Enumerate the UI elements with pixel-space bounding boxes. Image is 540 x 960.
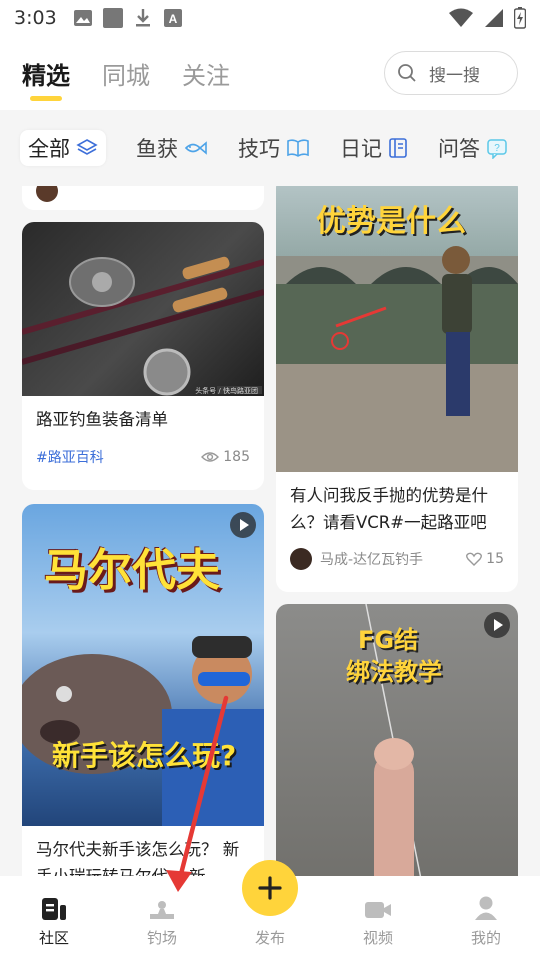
card-title: 马尔代夫新手该怎么玩？ 新手小瑞玩转马尔代... 新 [36, 840, 240, 876]
category-qa[interactable]: 问答 ? [438, 130, 508, 166]
wifi-icon [449, 8, 473, 27]
category-bar: 全部 鱼获 技巧 日记 问答 ? [0, 110, 540, 186]
status-bar: 3:03 A [0, 0, 540, 36]
view-count: 185 [223, 449, 250, 465]
overlay-title: 马尔代夫 [44, 545, 220, 596]
card-title: 路亚钓鱼装备清单 [36, 410, 168, 429]
overlay-text: 优势是什么 [316, 204, 466, 239]
nav-label: 我的 [470, 929, 501, 947]
book-open-icon [287, 139, 309, 157]
chat-question-icon: ? [487, 139, 507, 159]
category-label: 鱼获 [136, 137, 178, 161]
feed-card-gear[interactable]: 头条号 / 快鸟路亚团 路亚钓鱼装备清单 #路亚百科 185 [22, 222, 264, 490]
svg-text:?: ? [494, 143, 500, 154]
author-name[interactable]: 马成-达亿瓦钓手 [320, 549, 423, 569]
card-image: FG结 绑法教学 [276, 604, 518, 876]
status-time: 3:03 [14, 7, 57, 29]
nav-label: 发布 [254, 929, 285, 947]
tab-nearby[interactable]: 同城 [102, 56, 150, 91]
topic-tag[interactable]: #路亚百科 [36, 447, 104, 467]
card-image: 马尔代夫 新手该怎么玩? [22, 504, 264, 826]
card-image: 优势是什么 [276, 186, 518, 472]
community-icon [42, 898, 66, 920]
fishing-spot-icon [150, 901, 174, 919]
search-icon [398, 64, 416, 82]
category-label: 问答 [438, 137, 480, 161]
nav-profile[interactable]: 我的 [432, 876, 540, 960]
overlay-subtitle: 新手该怎么玩? [52, 739, 237, 772]
overlay-title-2: 绑法教学 [346, 658, 442, 686]
category-all[interactable]: 全部 [20, 130, 106, 166]
category-label: 全部 [28, 137, 70, 161]
category-label: 日记 [340, 137, 382, 161]
feed-card-partial[interactable] [22, 186, 264, 210]
bottom-nav: 社区 钓场 发布 视频 我的 [0, 860, 540, 960]
search-placeholder: 搜一搜 [429, 65, 480, 86]
nav-label: 社区 [38, 929, 69, 947]
card-meta: #路亚百科 185 [22, 447, 264, 467]
tab-following[interactable]: 关注 [182, 56, 230, 91]
plus-icon [258, 876, 282, 900]
profile-icon [475, 896, 497, 920]
top-header: 精选 同城 关注 搜一搜 [0, 36, 540, 110]
fishing-gear-illustration: 头条号 / 快鸟路亚团 [22, 256, 264, 396]
signal-icon [485, 9, 503, 27]
feed-card-backhand[interactable]: 优势是什么 有人问我反手抛的优势是什么？请看VCR#一起路亚吧 ... 马成-达… [276, 186, 518, 592]
card-image: 头条号 / 快鸟路亚团 [22, 222, 264, 396]
play-icon[interactable] [484, 612, 510, 638]
layers-icon [76, 139, 98, 155]
feed-card-maldives[interactable]: 马尔代夫 新手该怎么玩? 马尔代夫新手该怎么玩？ 新手小瑞玩转马尔代... 新 [22, 504, 264, 876]
nav-community[interactable]: 社区 [0, 876, 108, 960]
like-count: 15 [486, 551, 504, 567]
play-icon[interactable] [230, 512, 256, 538]
category-label: 技巧 [238, 137, 280, 161]
app-notification-icon [102, 8, 123, 28]
fish-icon [184, 141, 207, 155]
category-skills[interactable]: 技巧 [238, 130, 310, 166]
download-icon [135, 9, 150, 27]
feed-card-fg-knot[interactable]: FG结 绑法教学 [276, 604, 518, 876]
nav-label: 钓场 [146, 929, 177, 947]
publish-button[interactable] [242, 860, 298, 916]
gallery-notification-icon [73, 10, 92, 26]
nav-video[interactable]: 视频 [324, 876, 432, 960]
nav-publish[interactable]: 发布 [216, 860, 324, 960]
category-diary[interactable]: 日记 [340, 130, 408, 166]
nav-fishing-spot[interactable]: 钓场 [108, 876, 216, 960]
image-watermark: 头条号 / 快鸟路亚团 [195, 386, 258, 395]
eye-icon [201, 452, 220, 462]
heart-icon[interactable] [466, 552, 483, 566]
tab-featured[interactable]: 精选 [22, 56, 70, 101]
category-catch[interactable]: 鱼获 [136, 130, 208, 166]
video-icon [365, 902, 391, 918]
battery-charging-icon [514, 7, 526, 29]
content-feed[interactable]: 头条号 / 快鸟路亚团 路亚钓鱼装备清单 #路亚百科 185 优势是什么 有人问… [0, 186, 540, 876]
overlay-title-1: FG结 [358, 626, 419, 654]
card-title: 有人问我反手抛的优势是什么？请看VCR#一起路亚吧 ... [290, 486, 488, 532]
avatar[interactable] [290, 548, 312, 570]
avatar [36, 186, 58, 202]
svg-text:A: A [168, 12, 177, 26]
search-input[interactable]: 搜一搜 [384, 51, 518, 95]
notebook-icon [389, 138, 407, 158]
font-app-icon: A [163, 9, 182, 27]
nav-label: 视频 [362, 929, 393, 947]
card-meta: 马成-达亿瓦钓手 15 [276, 548, 518, 570]
